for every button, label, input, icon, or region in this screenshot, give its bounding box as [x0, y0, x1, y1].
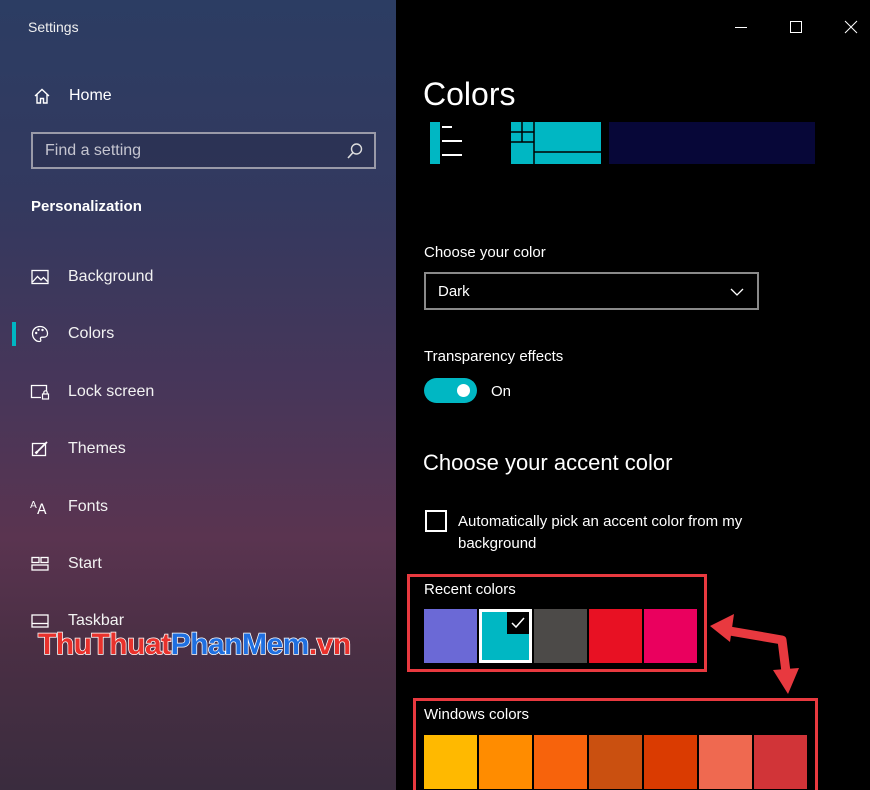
watermark-logo: ThuThuatPhanMem.vn: [37, 627, 352, 662]
close-button[interactable]: [836, 12, 866, 42]
transparency-label: Transparency effects: [424, 348, 564, 365]
lock-screen-icon: [30, 382, 50, 402]
color-swatch[interactable]: [754, 735, 807, 789]
watermark-part: PhanMem: [170, 627, 310, 662]
search-box[interactable]: [31, 132, 376, 169]
search-icon[interactable]: [346, 142, 364, 160]
auto-accent-label: Automatically pick an accent color from …: [458, 513, 743, 552]
toggle-knob: [457, 384, 470, 397]
transparency-toggle[interactable]: [424, 378, 477, 403]
palette-icon: [30, 324, 50, 344]
chevron-down-icon: [729, 284, 745, 300]
themes-icon: [30, 439, 50, 459]
minimize-button[interactable]: [726, 12, 756, 42]
sidebar-item-label: Lock screen: [68, 383, 155, 400]
color-swatch[interactable]: [534, 735, 587, 789]
search-input[interactable]: [45, 141, 335, 160]
color-swatch[interactable]: [644, 735, 697, 789]
home-link[interactable]: Home: [32, 84, 112, 108]
watermark-part: .vn: [308, 627, 352, 662]
sidebar-item-background[interactable]: Background: [0, 257, 396, 297]
color-mode-select[interactable]: Dark: [424, 272, 759, 310]
choose-color-label: Choose your color: [424, 244, 546, 261]
accent-heading: Choose your accent color: [423, 450, 673, 475]
windows-colors-label: Windows colors: [424, 706, 530, 723]
checkmark-icon: [507, 612, 529, 634]
sidebar-item-label: Background: [68, 268, 154, 285]
color-swatch[interactable]: [589, 609, 642, 663]
picture-icon: [30, 267, 50, 287]
sidebar-item-colors[interactable]: Colors: [0, 314, 396, 354]
color-swatch[interactable]: [424, 609, 477, 663]
color-swatch[interactable]: [479, 735, 532, 789]
sidebar-item-fonts[interactable]: AA Fonts: [0, 487, 396, 527]
maximize-button[interactable]: [781, 12, 811, 42]
color-swatch[interactable]: [479, 609, 532, 663]
sidebar-item-start[interactable]: Start: [0, 544, 396, 584]
sidebar-item-label: Colors: [68, 325, 115, 342]
sidebar-item-label: Fonts: [68, 498, 109, 515]
recent-colors-label: Recent colors: [424, 581, 516, 598]
start-icon: [30, 554, 50, 574]
section-title: Personalization: [31, 198, 142, 215]
fonts-icon: AA: [30, 497, 50, 517]
selection-indicator: [12, 322, 16, 346]
color-swatch[interactable]: [699, 735, 752, 789]
toggle-state-label: On: [491, 383, 512, 400]
page-title: Colors: [423, 76, 516, 112]
svg-text:A: A: [37, 502, 47, 516]
auto-accent-checkbox[interactable]: [425, 510, 447, 532]
sidebar: Settings Home Personalization Background…: [0, 0, 396, 790]
color-swatch[interactable]: [644, 609, 697, 663]
app-title: Settings: [28, 19, 79, 35]
selected-value: Dark: [438, 282, 470, 300]
watermark-part: ThuThuat: [37, 627, 172, 662]
sidebar-item-label: Start: [68, 555, 102, 572]
home-label: Home: [69, 87, 112, 104]
home-icon: [32, 86, 52, 106]
annotation-arrow-icon: [710, 614, 799, 694]
color-swatch[interactable]: [424, 735, 477, 789]
sidebar-item-lock-screen[interactable]: Lock screen: [0, 372, 396, 412]
color-swatch[interactable]: [534, 609, 587, 663]
sidebar-item-label: Themes: [68, 440, 126, 457]
sidebar-item-themes[interactable]: Themes: [0, 429, 396, 469]
svg-text:A: A: [30, 500, 37, 511]
color-swatch[interactable]: [589, 735, 642, 789]
color-preview: [430, 122, 815, 164]
